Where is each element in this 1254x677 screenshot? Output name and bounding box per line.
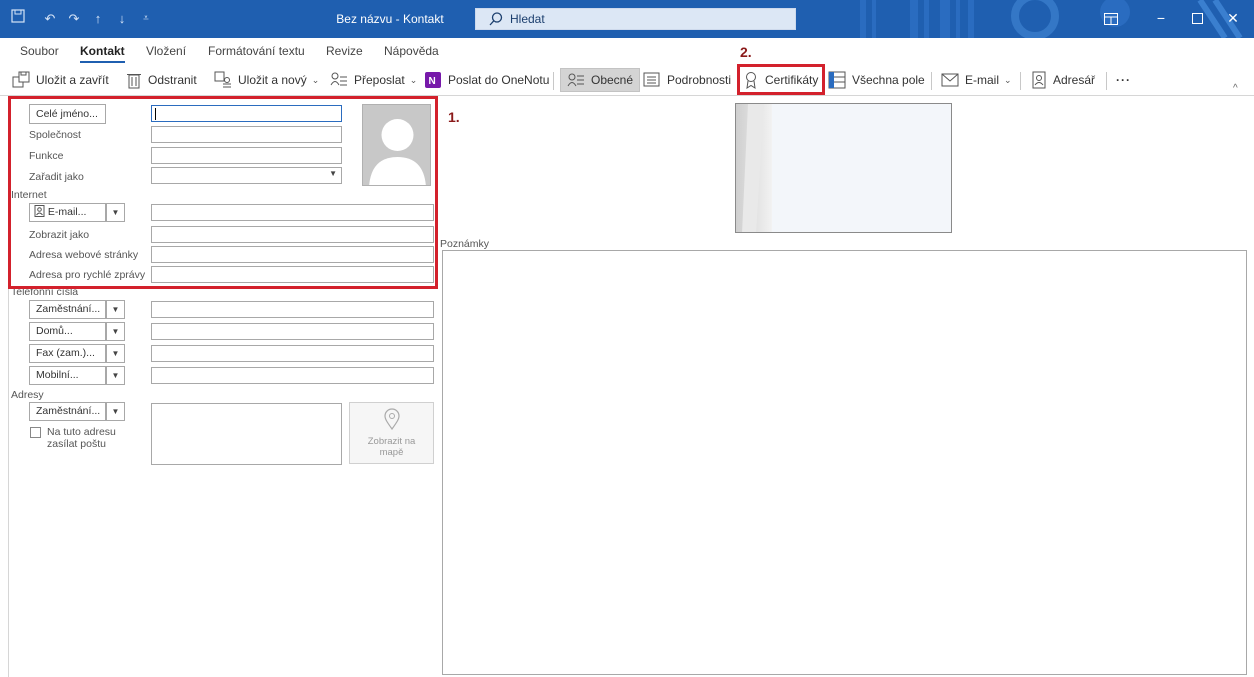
chevron-down-icon: ⌄ bbox=[409, 74, 418, 85]
map-pin-icon bbox=[383, 408, 400, 431]
more-options-button[interactable]: ··· bbox=[1116, 68, 1131, 92]
save-close-button[interactable]: Uložit a zavřít bbox=[12, 68, 109, 92]
svg-text:N: N bbox=[429, 76, 436, 87]
phone-fax-button[interactable]: Fax (zam.)... bbox=[29, 344, 106, 363]
show-on-map-label-line2: mapě bbox=[379, 447, 404, 458]
save-new-button[interactable]: Uložit a nový ⌄ bbox=[214, 68, 319, 92]
tab-kontakt[interactable]: Kontakt bbox=[80, 44, 125, 63]
mailing-address-label: Na tuto adresu zasílat poštu bbox=[47, 426, 116, 450]
tab-napoveda[interactable]: Nápověda bbox=[384, 44, 439, 58]
ribbon-separator bbox=[1106, 72, 1107, 90]
notes-label: Poznámky bbox=[440, 238, 490, 250]
ribbon-separator bbox=[931, 72, 932, 90]
annotation-box-1 bbox=[8, 96, 438, 289]
phone-business-field[interactable] bbox=[151, 301, 434, 318]
business-card-graphic bbox=[736, 104, 951, 232]
save-close-icon bbox=[12, 71, 30, 88]
email-button[interactable]: E-mail ⌄ bbox=[941, 68, 1012, 92]
show-on-map-label-line1: Zobrazit na bbox=[367, 436, 416, 447]
contact-card-icon bbox=[567, 73, 584, 87]
onenote-label: Poslat do OneNotu bbox=[448, 73, 550, 87]
collapse-ribbon-icon[interactable]: ^ bbox=[1233, 76, 1238, 100]
phone-business-button[interactable]: Zaměstnání... bbox=[29, 300, 106, 319]
address-book-label: Adresář bbox=[1053, 73, 1096, 87]
chevron-down-icon: ⌄ bbox=[1004, 74, 1012, 85]
search-box[interactable]: Hledat bbox=[475, 8, 796, 30]
search-icon bbox=[489, 12, 503, 26]
address-business-dropdown-arrow[interactable]: ▼ bbox=[106, 402, 125, 421]
ribbon-separator bbox=[1020, 72, 1021, 90]
phone-fax-dropdown-arrow[interactable]: ▼ bbox=[106, 344, 125, 363]
phone-home-dropdown-arrow[interactable]: ▼ bbox=[106, 322, 125, 341]
tab-vlozeni[interactable]: Vložení bbox=[146, 44, 186, 58]
all-fields-icon bbox=[828, 71, 846, 89]
email-label: E-mail bbox=[965, 73, 1000, 87]
close-icon[interactable]: ✕ bbox=[1212, 0, 1254, 38]
phone-fax-field[interactable] bbox=[151, 345, 434, 362]
title-bar: ↶ ↷ ↑ ↓ ⩡ Bez názvu - Kontakt Hledat − ✕ bbox=[0, 0, 1254, 38]
mailing-address-checkbox[interactable] bbox=[30, 427, 41, 438]
onenote-button[interactable]: N Poslat do OneNotu bbox=[424, 68, 549, 92]
all-fields-label: Všechna pole bbox=[852, 73, 925, 87]
notes-textarea[interactable] bbox=[442, 250, 1247, 675]
tab-formatovani-textu[interactable]: Formátování textu bbox=[208, 44, 305, 58]
tab-soubor[interactable]: Soubor bbox=[20, 44, 59, 58]
ribbon-tabs: Soubor Kontakt Vložení Formátování textu… bbox=[0, 38, 1254, 64]
phone-business-dropdown-arrow[interactable]: ▼ bbox=[106, 300, 125, 319]
ribbon-display-options-icon[interactable] bbox=[1090, 0, 1132, 38]
address-business-button[interactable]: Zaměstnání... bbox=[29, 402, 106, 421]
delete-button[interactable]: Odstranit bbox=[126, 68, 197, 92]
annotation-marker-2: 2. bbox=[740, 44, 752, 60]
ribbon-separator bbox=[553, 72, 554, 90]
details-label: Podrobnosti bbox=[667, 73, 732, 87]
delete-label: Odstranit bbox=[148, 73, 197, 87]
forward-button[interactable]: Přeposlat ⌄ bbox=[330, 68, 417, 92]
phone-home-field[interactable] bbox=[151, 323, 434, 340]
ribbon-toolbar: Uložit a zavřít Odstranit Uložit a nový … bbox=[0, 64, 1254, 96]
all-fields-button[interactable]: Všechna pole bbox=[828, 68, 925, 92]
save-new-label: Uložit a nový bbox=[238, 73, 307, 87]
show-on-map-button[interactable]: Zobrazit na mapě bbox=[349, 402, 434, 464]
annotation-box-2 bbox=[737, 64, 825, 95]
envelope-icon bbox=[941, 73, 959, 87]
forward-label: Přeposlat bbox=[354, 73, 405, 87]
search-label: Hledat bbox=[510, 12, 545, 26]
chevron-down-icon: ⌄ bbox=[311, 74, 320, 85]
general-view-label: Obecné bbox=[591, 73, 634, 87]
save-close-label: Uložit a zavřít bbox=[36, 73, 109, 87]
phone-mobile-button[interactable]: Mobilní... bbox=[29, 366, 106, 385]
phone-mobile-dropdown-arrow[interactable]: ▼ bbox=[106, 366, 125, 385]
business-card-preview[interactable] bbox=[735, 103, 952, 233]
addresses-section-label: Adresy bbox=[11, 389, 44, 401]
details-icon bbox=[643, 72, 660, 87]
address-book-icon bbox=[1032, 71, 1046, 89]
tab-revize[interactable]: Revize bbox=[326, 44, 363, 58]
general-view-button[interactable]: Obecné bbox=[560, 68, 641, 92]
save-new-icon bbox=[214, 71, 231, 88]
annotation-marker-1: 1. bbox=[448, 109, 460, 125]
phone-home-button[interactable]: Domů... bbox=[29, 322, 106, 341]
address-field[interactable] bbox=[151, 403, 342, 465]
onenote-icon: N bbox=[425, 72, 441, 88]
forward-contact-icon bbox=[330, 72, 347, 86]
details-button[interactable]: Podrobnosti bbox=[643, 68, 731, 92]
phone-mobile-field[interactable] bbox=[151, 367, 434, 384]
trash-icon bbox=[127, 74, 141, 89]
address-book-button[interactable]: Adresář bbox=[1031, 68, 1095, 92]
